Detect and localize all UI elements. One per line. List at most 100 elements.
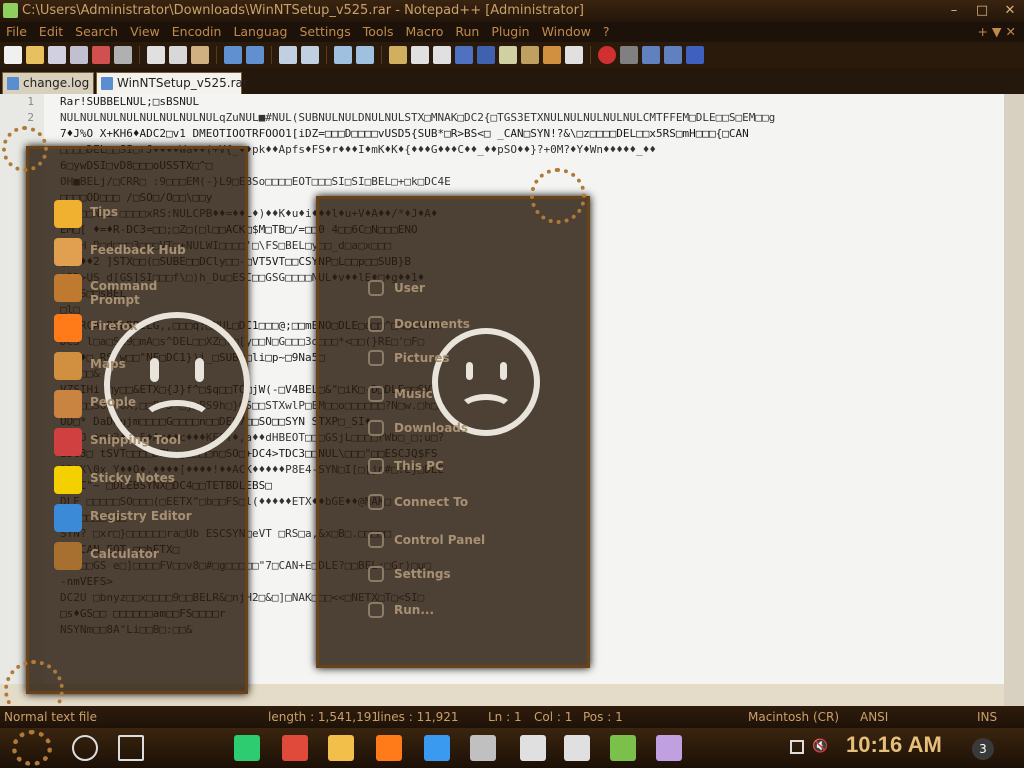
cut-icon[interactable] [147,46,165,64]
udl-icon[interactable] [477,46,495,64]
menu-settings[interactable]: Settings [293,22,356,42]
taskbar-clock[interactable]: 10:16 AM [846,732,942,758]
chart-app-icon[interactable] [610,735,636,761]
line-number: 1 [27,95,34,108]
network-icon[interactable] [790,740,804,754]
record-macro-icon[interactable] [598,46,616,64]
start-right-item-6[interactable]: Connect To [394,495,468,509]
sync-scroll-icon[interactable] [389,46,407,64]
menu-macro[interactable]: Macro [400,22,450,42]
menu-view[interactable]: View [124,22,166,42]
chrome-icon[interactable] [282,735,308,761]
start-left-item-1[interactable]: Feedback Hub [90,243,186,257]
image-tool-icon[interactable] [656,735,682,761]
undo-icon[interactable] [224,46,242,64]
menu-plugins[interactable]: Plugin [485,22,535,42]
start-right-item-0[interactable]: User [394,281,425,295]
close-button[interactable]: ✕ [996,0,1024,22]
zoom-out-icon[interactable] [356,46,374,64]
start-left-item-9[interactable]: Calculator [90,547,159,561]
volume-muted-icon[interactable]: 🔇 [812,740,828,754]
notification-center-icon[interactable]: 3 [972,738,994,760]
paste-icon[interactable] [191,46,209,64]
start-right-item-5[interactable]: This PC [394,459,444,473]
menu-run[interactable]: Run [449,22,485,42]
menu-tools[interactable]: Tools [357,22,400,42]
file-explorer-icon[interactable] [328,735,354,761]
chat-app-icon[interactable] [234,735,260,761]
start-right-item-9[interactable]: Run... [394,603,434,617]
code-line[interactable]: 7♦J%O X+KH6♦ADC2□v1 DMEOTIOOTRFOOO1[iDZ=… [60,126,1004,142]
new-file-icon[interactable] [4,46,22,64]
copy-icon[interactable] [169,46,187,64]
status-lines: lines : 11,921 [377,710,459,724]
start-left-item-7[interactable]: Sticky Notes [90,471,175,485]
firefox-icon[interactable] [376,735,402,761]
start-right-item-3[interactable]: Music [394,387,433,401]
maximize-button[interactable]: □ [968,0,996,22]
status-insert-mode[interactable]: INS [977,706,997,728]
ie-icon[interactable] [424,735,450,761]
monitoring-icon[interactable] [565,46,583,64]
start-right-item-8[interactable]: Settings [394,567,451,581]
doc-map-icon[interactable] [499,46,517,64]
people-icon [54,390,82,418]
menu-language[interactable]: Languag [227,22,293,42]
terminal-icon [54,274,82,302]
theater-icon[interactable] [470,735,496,761]
start-right-item-4[interactable]: Downloads [394,421,468,435]
status-position: Pos : 1 [583,710,623,724]
menu-window[interactable]: Window [536,22,597,42]
start-right-item-7[interactable]: Control Panel [394,533,485,547]
find-icon[interactable] [279,46,297,64]
indent-guide-icon[interactable] [455,46,473,64]
settings-gear-icon[interactable] [564,735,590,761]
print-icon[interactable] [114,46,132,64]
start-button-gear-icon[interactable] [12,730,52,766]
menu-search[interactable]: Search [69,22,124,42]
run-macro-multiple-icon[interactable] [664,46,682,64]
start-left-item-3[interactable]: Firefox [90,319,138,333]
open-file-icon[interactable] [26,46,44,64]
task-view-icon[interactable] [118,735,144,761]
tab-winntsetup-rar[interactable]: WinNTSetup_v525.rar ✕ [96,72,248,111]
cortana-icon[interactable] [72,735,98,761]
calculator-icon [54,542,82,570]
menu-right-controls[interactable]: + ▼ ✕ [977,22,1016,42]
status-eol-format[interactable]: Macintosh (CR) [748,706,839,728]
steampunk-gear-icon [530,168,586,224]
replace-icon[interactable] [301,46,319,64]
save-macro-icon[interactable] [686,46,704,64]
close-file-icon[interactable] [92,46,110,64]
menu-encoding[interactable]: Encodin [166,22,228,42]
minimize-button[interactable]: – [940,0,968,22]
vertical-scrollbar[interactable] [1004,94,1024,706]
show-all-chars-icon[interactable] [433,46,451,64]
start-left-item-6[interactable]: Snipping Tool [90,433,181,447]
redo-icon[interactable] [246,46,264,64]
stop-macro-icon[interactable] [620,46,638,64]
start-right-item-2[interactable]: Pictures [394,351,450,365]
menu-help[interactable]: ? [597,22,616,42]
start-left-item-8[interactable]: Registry Editor [90,509,192,523]
people-share-icon[interactable] [520,735,546,761]
start-right-item-1[interactable]: Documents [394,317,470,331]
tab-change-log[interactable]: change.log [2,72,94,94]
save-icon[interactable] [48,46,66,64]
word-wrap-icon[interactable] [411,46,429,64]
start-left-item-2[interactable]: Command Prompt [90,279,157,307]
play-macro-icon[interactable] [642,46,660,64]
code-line[interactable]: NULNULNULNULNULNULNULNULqZuNUL■#NUL(SUBN… [60,110,1004,126]
function-list-icon[interactable] [521,46,539,64]
start-left-item-0[interactable]: Tips [90,205,118,219]
folder-workspace-icon[interactable] [543,46,561,64]
save-all-icon[interactable] [70,46,88,64]
menu-file[interactable]: File [0,22,33,42]
zoom-in-icon[interactable] [334,46,352,64]
menu-edit[interactable]: Edit [33,22,69,42]
start-left-item-4[interactable]: Maps [90,357,126,371]
status-length: length : 1,541,191 [268,710,379,724]
status-encoding[interactable]: ANSI [860,706,888,728]
start-left-item-5[interactable]: People [90,395,136,409]
code-line[interactable]: Rar!SUBBELNUL;□sBSNUL [60,94,1004,110]
